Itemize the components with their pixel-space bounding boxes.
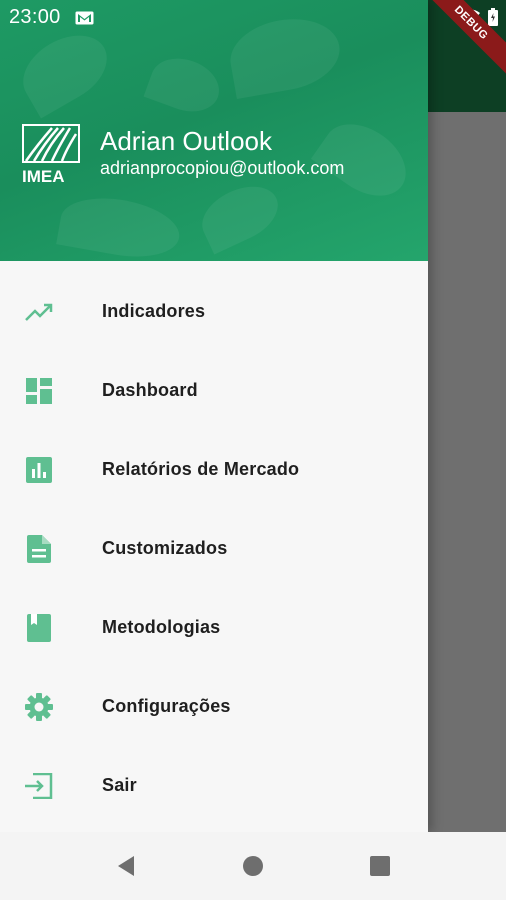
menu-item-sair[interactable]: Sair (0, 746, 428, 825)
navigation-drawer: IMEA Adrian Outlook adrianprocopiou@outl… (0, 0, 428, 832)
drawer-header: IMEA Adrian Outlook adrianprocopiou@outl… (0, 0, 428, 261)
menu-item-customizados[interactable]: Customizados (0, 509, 428, 588)
gmail-icon (75, 11, 94, 24)
clock: 23:00 (9, 6, 61, 28)
book-icon (24, 613, 54, 643)
recents-icon (370, 856, 390, 876)
user-email: adrianprocopiou@outlook.com (100, 158, 345, 178)
document-icon (24, 534, 54, 564)
back-button[interactable] (63, 855, 190, 877)
menu-label: Configurações (102, 696, 231, 716)
trending-up-icon (24, 297, 54, 327)
menu-item-indicadores[interactable]: Indicadores (0, 272, 428, 351)
back-icon (118, 856, 134, 876)
menu-item-configuracoes[interactable]: Configurações (0, 667, 428, 746)
menu-label: Customizados (102, 538, 228, 558)
menu-label: Indicadores (102, 301, 206, 321)
dashboard-icon (24, 376, 54, 406)
recents-button[interactable] (317, 856, 444, 876)
menu-label: Relatórios de Mercado (102, 459, 300, 479)
menu-item-dashboard[interactable]: Dashboard (0, 351, 428, 430)
imea-logo: IMEA (22, 124, 80, 184)
logo-text: IMEA (22, 167, 65, 184)
bar-chart-icon (24, 455, 54, 485)
exit-icon (24, 771, 54, 801)
menu-label: Sair (102, 775, 137, 795)
system-navigation-bar (0, 832, 506, 900)
menu-label: Dashboard (102, 380, 198, 400)
home-button[interactable] (190, 855, 317, 877)
battery-icon (488, 8, 498, 26)
home-icon (243, 856, 263, 876)
menu-item-relatorios-de-mercado[interactable]: Relatórios de Mercado (0, 430, 428, 509)
gear-icon (24, 692, 54, 722)
menu-item-metodologias[interactable]: Metodologias (0, 588, 428, 667)
menu-label: Metodologias (102, 617, 221, 637)
status-bar: 23:00 (0, 0, 506, 35)
user-name: Adrian Outlook (100, 126, 272, 156)
drawer-menu: Indicadores Dashboard Relatórios de Merc… (0, 272, 428, 825)
